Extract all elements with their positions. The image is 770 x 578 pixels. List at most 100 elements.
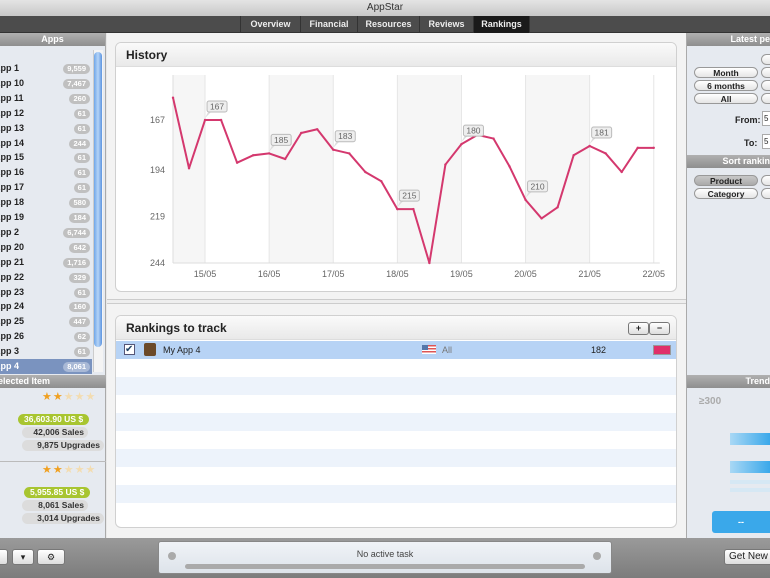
- annotation-label: 185: [274, 135, 288, 145]
- tab-reviews[interactable]: Reviews: [419, 16, 473, 33]
- data-point: [524, 198, 527, 202]
- task-status: No active task: [356, 549, 414, 559]
- to-date-field[interactable]: 5: [762, 134, 770, 149]
- app-name: App 10: [0, 77, 25, 88]
- app-list-item[interactable]: App 2 6,744: [0, 225, 92, 240]
- tab-overview[interactable]: Overview: [240, 16, 300, 33]
- app-list-item[interactable]: App 15 61: [0, 150, 92, 165]
- y-tick-label: 167: [150, 115, 165, 125]
- add-ranking-button[interactable]: +: [628, 322, 649, 335]
- app-list-item[interactable]: [0, 46, 92, 61]
- dropdown-icon: ▾: [20, 552, 26, 562]
- app-count-badge: 580: [69, 198, 90, 209]
- app-name: App 15: [0, 152, 25, 163]
- app-count-badge: 61: [73, 168, 90, 179]
- data-point: [428, 261, 431, 265]
- sort-product-button[interactable]: Product: [694, 175, 758, 186]
- app-name: App 2: [0, 226, 20, 237]
- revenue-badge: 36,603.90 US $: [18, 414, 90, 425]
- app-count-badge: 9,559: [63, 64, 90, 74]
- app-list-item[interactable]: App 4 8,061: [0, 359, 92, 374]
- to-label: To:: [744, 138, 758, 148]
- sort-category-button[interactable]: Category: [694, 188, 758, 199]
- task-stop-icon[interactable]: [593, 552, 601, 560]
- chart-band: [269, 75, 334, 263]
- app-list-item[interactable]: App 17 61: [0, 180, 92, 195]
- data-point: [556, 206, 559, 209]
- scrollbar-thumb[interactable]: [94, 52, 102, 347]
- app-count-badge: 6,744: [63, 227, 90, 238]
- app-list-item[interactable]: App 11 260: [0, 91, 92, 106]
- remove-ranking-button[interactable]: −: [649, 322, 670, 335]
- latest-period-header: Latest pe: [687, 33, 770, 46]
- app-name: App 24: [0, 301, 25, 312]
- app-name: App 11: [0, 92, 24, 103]
- period-all-button[interactable]: All: [694, 93, 758, 104]
- period-button[interactable]: [761, 80, 770, 91]
- app-name: App 17: [0, 182, 25, 193]
- app-list-item[interactable]: App 26 62: [0, 329, 92, 344]
- app-list-item[interactable]: App 12 61: [0, 106, 92, 121]
- annotation-label: 210: [530, 181, 544, 191]
- app-list-item[interactable]: App 1 9,559: [0, 61, 92, 76]
- app-count-badge: 61: [73, 108, 90, 119]
- x-tick-label: 18/05: [386, 269, 409, 279]
- series-color-swatch[interactable]: [653, 345, 671, 355]
- table-row: [116, 413, 676, 431]
- app-name: App 12: [0, 107, 25, 118]
- table-row[interactable]: ✔ My App 4 All 182: [116, 341, 676, 359]
- splitter[interactable]: [107, 299, 686, 304]
- annotation-label: 183: [338, 131, 352, 141]
- rankings-title: Rankings to track: [116, 316, 676, 340]
- app-list-item[interactable]: App 21 1,716: [0, 255, 92, 270]
- table-row: [116, 449, 676, 467]
- app-count-badge: 61: [73, 347, 90, 358]
- app-list-item[interactable]: App 24 160: [0, 299, 92, 314]
- get-new-button[interactable]: Get New: [724, 549, 770, 565]
- app-list-item[interactable]: App 18 580: [0, 195, 92, 210]
- x-tick-label: 22/05: [642, 269, 665, 279]
- history-title: History: [116, 43, 676, 67]
- period-button[interactable]: [761, 93, 770, 104]
- x-tick-label: 20/05: [514, 269, 537, 279]
- app-list-item[interactable]: App 23 61: [0, 285, 92, 300]
- track-checkbox[interactable]: ✔: [124, 344, 135, 355]
- app-list-item[interactable]: App 19 184: [0, 210, 92, 225]
- tab-resources[interactable]: Resources: [357, 16, 419, 33]
- from-date-field[interactable]: 5: [762, 111, 770, 126]
- sort-button[interactable]: [761, 175, 770, 186]
- sort-rankings-header: Sort rankin: [687, 155, 770, 168]
- app-list-item[interactable]: App 10 7,467: [0, 76, 92, 91]
- app-list-item[interactable]: App 3 61: [0, 344, 92, 359]
- settings-button[interactable]: ⚙: [37, 549, 65, 565]
- period-button[interactable]: [761, 54, 770, 65]
- data-point: [636, 146, 639, 150]
- annotation-label: 167: [210, 102, 224, 112]
- app-list-item[interactable]: App 25 447: [0, 314, 92, 329]
- task-panel: No active task: [158, 541, 612, 574]
- rating-stars: ★★★★★: [42, 464, 97, 476]
- app-list-item[interactable]: App 16 61: [0, 165, 92, 180]
- period-6months-button[interactable]: 6 months: [694, 80, 758, 91]
- dropdown-button[interactable]: ▾: [12, 549, 34, 565]
- action-button[interactable]: [0, 549, 8, 565]
- app-list-item[interactable]: App 22 329: [0, 270, 92, 285]
- data-point: [588, 144, 591, 148]
- data-point: [251, 154, 255, 157]
- period-month-button[interactable]: Month: [694, 67, 758, 78]
- period-button[interactable]: [761, 67, 770, 78]
- tab-financial[interactable]: Financial: [300, 16, 357, 33]
- ranking-app-name: My App 4: [163, 345, 201, 355]
- trend-button[interactable]: --: [712, 511, 770, 533]
- sales-count: 42,006 Sales: [22, 427, 88, 438]
- app-count-badge: 61: [73, 123, 90, 134]
- app-list-item[interactable]: App 14 244: [0, 136, 92, 151]
- app-list-item[interactable]: App 13 61: [0, 121, 92, 136]
- tab-rankings[interactable]: Rankings: [473, 16, 530, 33]
- task-pause-icon[interactable]: [168, 552, 176, 560]
- chart-band: [525, 75, 590, 263]
- selected-item-header: Selected Item: [0, 375, 106, 388]
- sort-button[interactable]: [761, 188, 770, 199]
- rankings-panel: Rankings to track + − ✔ My App 4 All 182: [115, 315, 677, 528]
- app-list-item[interactable]: App 20 642: [0, 240, 92, 255]
